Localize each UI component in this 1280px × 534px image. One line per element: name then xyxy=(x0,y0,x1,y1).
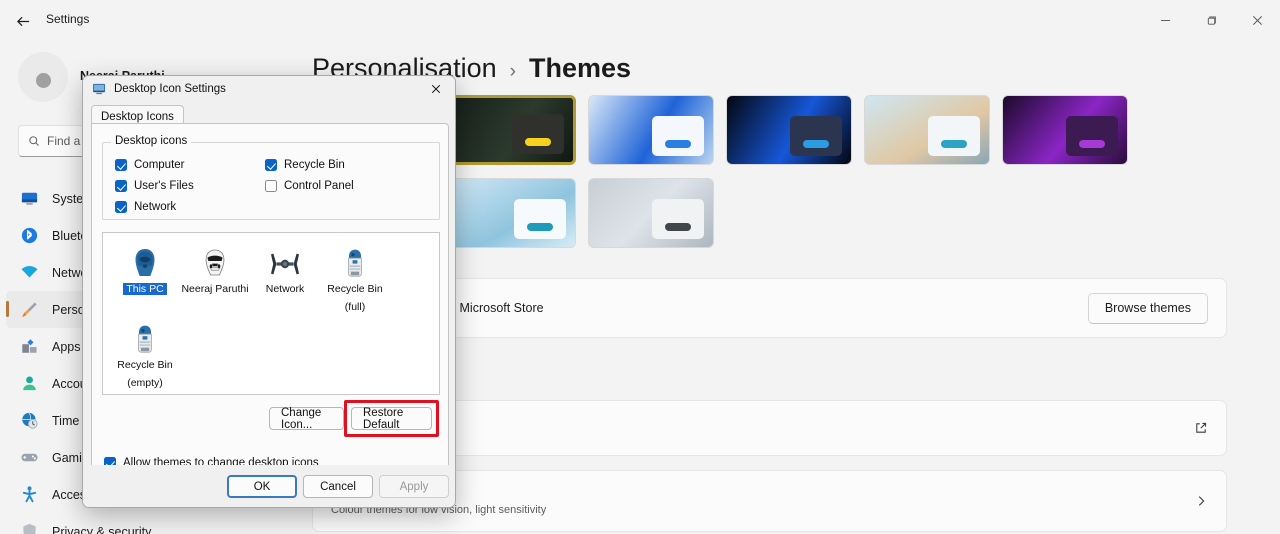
theme-window-preview xyxy=(790,116,842,156)
theme-accent-bar xyxy=(665,223,691,231)
theme-window-preview xyxy=(514,199,566,239)
dialog-footer: OK Cancel Apply xyxy=(83,465,455,507)
checkbox-control-panel[interactable]: Control Panel xyxy=(265,180,354,192)
title-bar: Settings xyxy=(0,0,1280,40)
back-button[interactable] xyxy=(10,8,36,34)
browse-themes-button[interactable]: Browse themes xyxy=(1087,292,1208,324)
theme-accent-bar xyxy=(803,140,829,148)
preview-icon-caption: Recycle Bin (empty) xyxy=(117,359,173,389)
preview-icon-recycle-bin-full[interactable]: Recycle Bin (full) xyxy=(319,241,391,315)
theme-beach[interactable] xyxy=(864,95,990,165)
r2d2-empty-icon xyxy=(109,317,181,355)
sidebar-item-privacy-security[interactable]: Privacy & security xyxy=(6,513,228,534)
preview-icon-caption: Network xyxy=(265,283,305,295)
checkbox-computer[interactable]: Computer xyxy=(115,159,185,171)
sidebar-item-label: Privacy & security xyxy=(52,524,152,534)
desktop-icons-group: Desktop icons Computer Recycle Bin User'… xyxy=(102,135,440,220)
group-legend: Desktop icons xyxy=(111,135,192,147)
theme-sky-light[interactable] xyxy=(450,178,576,248)
clock-globe-icon xyxy=(20,411,39,430)
preview-icon-caption: This PC xyxy=(123,283,167,295)
paintbrush-icon xyxy=(20,300,39,319)
page-title: Themes xyxy=(528,53,631,83)
monitor-icon xyxy=(20,189,39,208)
chevron-right-icon xyxy=(1194,494,1208,508)
theme-windows-dark[interactable] xyxy=(726,95,852,165)
checkbox-network[interactable]: Network xyxy=(115,201,176,213)
external-link-icon xyxy=(1194,421,1208,435)
checkbox-users-files[interactable]: User's Files xyxy=(115,180,194,192)
preview-icon-caption: Recycle Bin (full) xyxy=(327,283,383,313)
theme-window-preview xyxy=(652,116,704,156)
theme-window-preview xyxy=(652,199,704,239)
checkbox-box xyxy=(265,180,277,192)
theme-accent-bar xyxy=(1079,140,1105,148)
window-title: Settings xyxy=(46,12,90,26)
theme-window-preview xyxy=(1066,116,1118,156)
maximize-button[interactable] xyxy=(1188,0,1234,40)
theme-windows-light[interactable] xyxy=(588,95,714,165)
highlight-box xyxy=(344,400,439,437)
wifi-icon xyxy=(20,263,39,282)
search-icon xyxy=(29,136,39,146)
settings-window: Settings Neeraj Paruthi xyxy=(0,0,1280,534)
checkbox-box xyxy=(115,201,127,213)
bluetooth-icon xyxy=(20,226,39,245)
ok-button[interactable]: OK xyxy=(227,475,297,498)
checkbox-label: Computer xyxy=(134,159,185,171)
sidebar-item-label: Apps xyxy=(52,339,81,354)
darth-vader-icon xyxy=(109,241,181,279)
preview-icon-users-files[interactable]: Neeraj Paruthi xyxy=(179,241,251,297)
theme-flow-grey[interactable] xyxy=(588,178,714,248)
icon-preview-pane[interactable]: This PC Neeraj Paruthi Network Recycle B… xyxy=(102,232,440,395)
dialog-title-bar: Desktop Icon Settings xyxy=(83,76,455,102)
checkbox-label: Control Panel xyxy=(284,180,354,192)
theme-purple-glow[interactable] xyxy=(1002,95,1128,165)
theme-accent-bar xyxy=(525,138,551,146)
checkbox-box xyxy=(115,159,127,171)
checkbox-recycle-bin[interactable]: Recycle Bin xyxy=(265,159,345,171)
checkbox-label: Recycle Bin xyxy=(284,159,345,171)
desktop-icon-settings-dialog: Desktop Icon Settings Desktop Icons Desk… xyxy=(82,75,456,508)
checkbox-label: Network xyxy=(134,201,177,213)
tie-fighter-icon xyxy=(249,241,321,279)
accessibility-icon xyxy=(20,485,39,504)
apps-icon xyxy=(20,337,39,356)
apply-button[interactable]: Apply xyxy=(379,475,449,498)
avatar xyxy=(18,52,68,102)
preview-icon-this-pc[interactable]: This PC xyxy=(109,241,181,297)
checkbox-box xyxy=(265,159,277,171)
r2d2-full-icon xyxy=(319,241,391,279)
theme-window-preview xyxy=(928,116,980,156)
breadcrumb-separator: › xyxy=(509,61,516,82)
theme-accent-bar xyxy=(527,223,553,231)
change-icon-button[interactable]: Change Icon... xyxy=(269,407,344,431)
minimize-button[interactable] xyxy=(1142,0,1188,40)
preview-icon-caption: Neeraj Paruthi xyxy=(181,283,249,295)
monitor-settings-icon xyxy=(92,83,107,96)
cancel-button[interactable]: Cancel xyxy=(303,475,373,498)
preview-icon-network[interactable]: Network xyxy=(249,241,321,297)
checkbox-box xyxy=(115,180,127,192)
dialog-title: Desktop Icon Settings xyxy=(114,83,226,95)
stormtrooper-icon xyxy=(179,241,251,279)
dialog-page: Desktop icons Computer Recycle Bin User'… xyxy=(91,123,449,469)
shield-icon xyxy=(20,522,39,534)
checkbox-label: User's Files xyxy=(134,180,194,192)
close-button[interactable] xyxy=(1234,0,1280,40)
person-icon xyxy=(20,374,39,393)
preview-icon-recycle-bin-empty[interactable]: Recycle Bin (empty) xyxy=(109,317,181,391)
gamepad-icon xyxy=(20,448,39,467)
dialog-close-button[interactable] xyxy=(421,77,451,101)
theme-accent-bar xyxy=(941,140,967,148)
theme-dark-forest[interactable] xyxy=(450,95,576,165)
theme-window-preview xyxy=(512,114,564,154)
theme-accent-bar xyxy=(665,140,691,148)
